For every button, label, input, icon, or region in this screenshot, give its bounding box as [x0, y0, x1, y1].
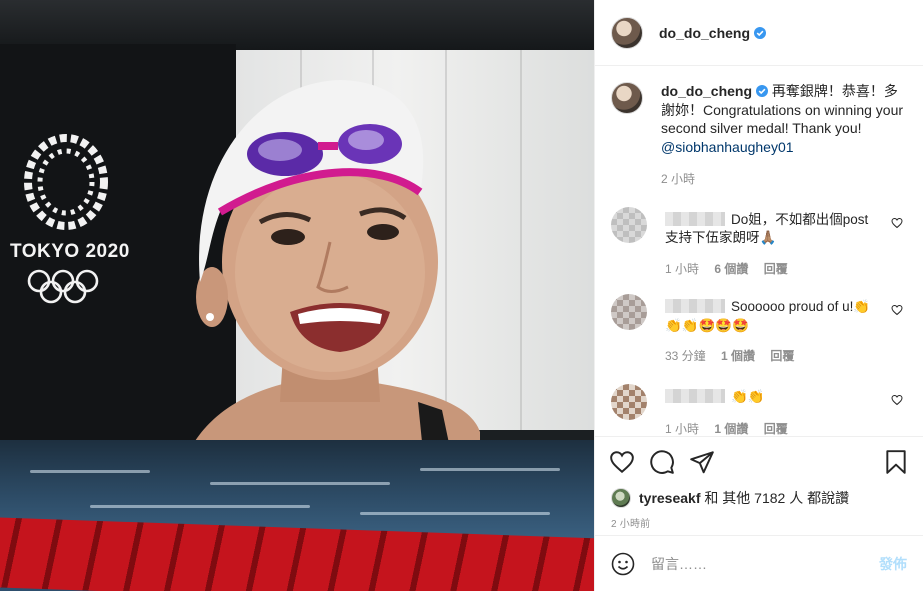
instagram-post: TOKYO 2020 do_do_cheng do_do_cheng 再奪銀牌！… [0, 0, 923, 591]
commenter-avatar-blurred[interactable] [611, 294, 647, 330]
commenter-avatar-blurred[interactable] [611, 383, 647, 420]
comment-like-heart-icon[interactable] [891, 217, 903, 229]
photo-ripple [90, 505, 310, 508]
olympic-rings-icon [27, 269, 99, 304]
author-username[interactable]: do_do_cheng [659, 25, 750, 41]
caption-meta: 2 小時 [661, 170, 907, 189]
post-action-bar [595, 437, 923, 487]
post-timestamp[interactable]: 2 小時前 [595, 509, 923, 535]
photo-wall-line [520, 50, 522, 430]
likes-summary: tyreseakf 和 其他 7182 人 都說讚 [595, 487, 923, 509]
comment-like-heart-icon[interactable] [891, 394, 903, 406]
caption-body: do_do_cheng 再奪銀牌！恭喜！多謝妳！Congratulations … [661, 82, 907, 189]
comment-bubble-icon[interactable] [649, 449, 675, 475]
photo-ripple [30, 470, 150, 473]
comment-item: Soooooo proud of u!👏👏👏🤩🤩🤩 33 分鐘 1 個讚 回覆 [611, 294, 907, 366]
swimmer-figure [180, 80, 480, 472]
comments-list: do_do_cheng 再奪銀牌！恭喜！多謝妳！Congratulations … [595, 66, 923, 436]
post-side-panel: do_do_cheng do_do_cheng 再奪銀牌！恭喜！多謝妳！Cong… [594, 0, 923, 591]
likes-rest-text[interactable]: 和 其他 7182 人 都說讚 [704, 488, 849, 508]
liker-avatar[interactable] [611, 488, 631, 508]
comment-body: 👏👏 1 小時 1 個讚 回覆 [665, 388, 875, 436]
liker-username[interactable]: tyreseakf [639, 490, 701, 506]
comment-item: Do姐，不如都出個post支持下伍家朗呀🙏🏽 1 小時 6 個讚 回覆 [611, 206, 907, 279]
add-comment-bar: 發佈 [595, 535, 923, 591]
comment-meta: 33 分鐘 1 個讚 回覆 [665, 347, 875, 366]
comment-like-heart-icon[interactable] [891, 304, 903, 316]
comment-like-count[interactable]: 6 個讚 [714, 262, 748, 276]
comment-text: 👏👏 [731, 388, 765, 404]
paper-plane-icon[interactable] [689, 449, 715, 475]
comment-meta: 1 小時 6 個讚 回覆 [665, 260, 875, 279]
photo-ripple [210, 482, 390, 485]
comment-body: Soooooo proud of u!👏👏👏🤩🤩🤩 33 分鐘 1 個讚 回覆 [665, 298, 875, 366]
emoji-smiley-icon[interactable] [611, 552, 635, 576]
comment-timestamp[interactable]: 1 小時 [665, 422, 699, 436]
comment-reply-button[interactable]: 回覆 [764, 262, 788, 276]
post-header: do_do_cheng [595, 0, 923, 66]
verified-badge-icon [756, 85, 769, 97]
author-avatar[interactable] [611, 16, 643, 49]
photo-ripple [360, 512, 550, 515]
tokyo-2020-emblem [18, 128, 114, 236]
comment-reply-button[interactable]: 回覆 [764, 422, 788, 436]
post-actions-section: tyreseakf 和 其他 7182 人 都說讚 2 小時前 [595, 436, 923, 535]
caption-author-avatar[interactable] [611, 82, 643, 114]
commenter-username-blurred[interactable] [665, 299, 725, 313]
post-photo[interactable]: TOKYO 2020 [0, 0, 594, 591]
verified-badge-icon [754, 26, 767, 39]
caption-timestamp[interactable]: 2 小時 [661, 172, 695, 186]
photo-ripple [420, 468, 560, 471]
heart-icon[interactable] [609, 449, 635, 475]
commenter-username-blurred[interactable] [665, 388, 725, 403]
comment-input[interactable] [651, 555, 879, 572]
comment-body: Do姐，不如都出個post支持下伍家朗呀🙏🏽 1 小時 6 個讚 回覆 [665, 211, 875, 279]
post-comment-button[interactable]: 發佈 [879, 554, 907, 574]
commenter-username-blurred[interactable] [665, 211, 725, 226]
comment-timestamp[interactable]: 33 分鐘 [665, 349, 706, 363]
comment-item: 👏👏 1 小時 1 個讚 回覆 [611, 383, 907, 436]
comment-like-count[interactable]: 1 個讚 [714, 422, 748, 436]
bookmark-icon[interactable] [883, 449, 909, 475]
post-caption: do_do_cheng 再奪銀牌！恭喜！多謝妳！Congratulations … [611, 82, 907, 189]
comment-like-count[interactable]: 1 個讚 [721, 349, 755, 363]
caption-author-username[interactable]: do_do_cheng [661, 83, 752, 99]
comment-meta: 1 小時 1 個讚 回覆 [665, 420, 875, 436]
photo-pool-rail [0, 0, 594, 50]
caption-mention-link[interactable]: @siobhanhaughey01 [661, 139, 794, 155]
commenter-avatar-blurred[interactable] [611, 206, 647, 243]
comment-timestamp[interactable]: 1 小時 [665, 262, 699, 276]
comment-reply-button[interactable]: 回覆 [770, 349, 794, 363]
tokyo-2020-text: TOKYO 2020 [10, 241, 130, 262]
